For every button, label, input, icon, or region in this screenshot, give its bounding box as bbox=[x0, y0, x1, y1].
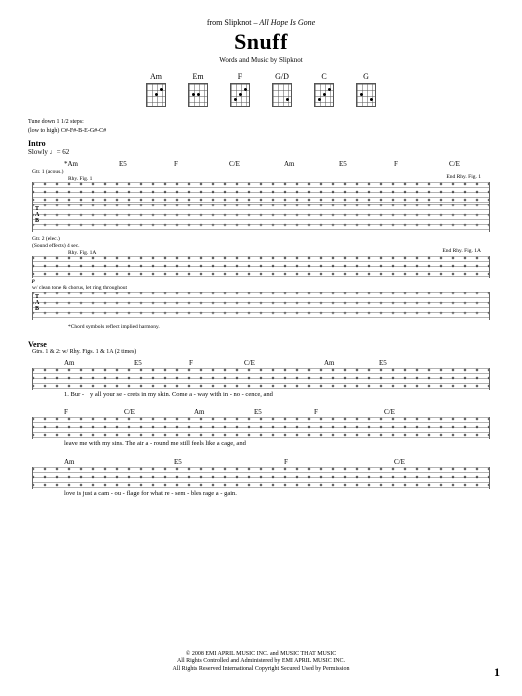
tuning-detail: (low to high) C#-F#-B-E-G#-C# bbox=[28, 128, 494, 135]
chord-label: E5 bbox=[134, 359, 189, 367]
lyric-text: leave me with my sins. The air a - round… bbox=[64, 441, 246, 448]
lyric-text: love is just a cam - ou - flage for what… bbox=[64, 491, 237, 498]
vocal-staff bbox=[32, 368, 490, 390]
chord-diagram-row: Am Em F G/D C G bbox=[28, 72, 494, 107]
album-line: from Slipknot – All Hope Is Gone bbox=[28, 18, 494, 27]
tab-numbers-icon bbox=[33, 292, 489, 320]
gtr2-label: Gtr. 2 (elec.) bbox=[32, 236, 494, 242]
chord-label: C/E bbox=[384, 408, 439, 416]
chord-label: Am bbox=[194, 408, 254, 416]
chord-name: Am bbox=[150, 72, 162, 81]
copyright-footer: © 2008 EMI APRIL MUSIC INC. and MUSIC TH… bbox=[0, 651, 522, 674]
chord-diagram: Em bbox=[188, 72, 208, 107]
end-rhy-fig: End Rhy. Fig. 1A bbox=[442, 248, 481, 254]
chord-diagram: G bbox=[356, 72, 376, 107]
page-number: 1 bbox=[494, 665, 500, 680]
chord-diagram: C bbox=[314, 72, 334, 107]
chord-label: C/E bbox=[124, 408, 194, 416]
lyrics-line-2: leave me with my sins. The air a - round… bbox=[64, 441, 490, 448]
copyright-line-1: © 2008 EMI APRIL MUSIC INC. and MUSIC TH… bbox=[0, 651, 522, 659]
verse-chords-2: F C/E Am E5 F C/E bbox=[64, 408, 494, 416]
notes-icon bbox=[33, 256, 489, 278]
song-title: Snuff bbox=[28, 29, 494, 55]
copyright-line-2: All Rights Controlled and Administered b… bbox=[0, 658, 522, 666]
chord-label: F bbox=[174, 160, 229, 168]
intro-label: Intro bbox=[28, 139, 494, 148]
chord-label: E5 bbox=[119, 160, 174, 168]
chord-footnote: *Chord symbols reflect implied harmony. bbox=[68, 324, 494, 330]
sfx-note: (Sound effects) 4 sec. bbox=[32, 243, 494, 249]
chord-label: C/E bbox=[449, 160, 504, 168]
notation-staff: End Rhy. Fig. 1A bbox=[32, 256, 490, 278]
tab-staff: TAB bbox=[32, 292, 490, 320]
chord-label: *Am bbox=[64, 160, 119, 168]
chord-label: C/E bbox=[394, 458, 449, 466]
fx-note: w/ clean tone & chorus, let ring through… bbox=[32, 285, 494, 291]
chord-name: F bbox=[238, 72, 242, 81]
chord-label: F bbox=[394, 160, 449, 168]
lyric-text: y all your se - crets in my skin. Come a… bbox=[90, 392, 273, 399]
vocal-staff bbox=[32, 417, 490, 439]
tuning-note: Tune down 1 1/2 steps: bbox=[28, 119, 494, 126]
notes-icon bbox=[33, 417, 489, 439]
chord-label: F bbox=[284, 458, 394, 466]
album-title: All Hope Is Gone bbox=[259, 18, 315, 27]
copyright-line-3: All Rights Reserved International Copyri… bbox=[0, 666, 522, 674]
vocal-staff bbox=[32, 467, 490, 489]
chord-label: Am bbox=[324, 359, 379, 367]
chord-label: F bbox=[314, 408, 384, 416]
chord-label: C/E bbox=[244, 359, 324, 367]
chord-diagram: F bbox=[230, 72, 250, 107]
verse-system-1: Am E5 F C/E Am E5 1. Bur - y all your se… bbox=[28, 359, 494, 399]
chord-label: Am bbox=[284, 160, 339, 168]
notation-staff: End Rhy. Fig. 1 bbox=[32, 182, 490, 204]
chord-name: G bbox=[363, 72, 369, 81]
tab-staff: TAB bbox=[32, 204, 490, 232]
tempo-marking: Slowly ♩= 62 bbox=[28, 148, 494, 156]
end-rhy-fig: End Rhy. Fig. 1 bbox=[446, 174, 481, 180]
chord-label: Am bbox=[64, 458, 174, 466]
tab-numbers-icon bbox=[33, 204, 489, 232]
chord-row-intro: *Am E5 F C/E Am E5 F C/E bbox=[64, 160, 494, 168]
lyrics-line-1: 1. Bur - y all your se - crets in my ski… bbox=[64, 392, 490, 399]
header: from Slipknot – All Hope Is Gone Snuff W… bbox=[28, 18, 494, 64]
verse-chords-3: Am E5 F C/E bbox=[64, 458, 494, 466]
gtr1-label: Gtr. 1 (acous.) bbox=[32, 169, 494, 175]
notes-icon bbox=[33, 182, 489, 204]
chord-diagram: G/D bbox=[272, 72, 292, 107]
chord-name: C bbox=[321, 72, 326, 81]
gtr1-block: Gtr. 1 (acous.) Rhy. Fig. 1 End Rhy. Fig… bbox=[28, 169, 494, 232]
lyric-number: 1. Bur - bbox=[64, 392, 90, 399]
verse-system-2: F C/E Am E5 F C/E leave me with my sins.… bbox=[28, 408, 494, 448]
chord-label: E5 bbox=[339, 160, 394, 168]
notes-icon bbox=[33, 368, 489, 390]
chord-label: Am bbox=[64, 359, 134, 367]
sheet-music-page: from Slipknot – All Hope Is Gone Snuff W… bbox=[0, 0, 522, 517]
chord-label: F bbox=[64, 408, 124, 416]
chord-name: G/D bbox=[275, 72, 289, 81]
verse-chords-1: Am E5 F C/E Am E5 bbox=[64, 359, 494, 367]
byline: Words and Music by Slipknot bbox=[28, 56, 494, 64]
lyrics-line-3: love is just a cam - ou - flage for what… bbox=[64, 491, 490, 498]
chord-label: E5 bbox=[254, 408, 314, 416]
from-label: from Slipknot – bbox=[207, 18, 258, 27]
notes-icon bbox=[33, 467, 489, 489]
chord-label: C/E bbox=[229, 160, 284, 168]
chord-label: F bbox=[189, 359, 244, 367]
chord-label: E5 bbox=[174, 458, 284, 466]
chord-name: Em bbox=[192, 72, 203, 81]
dynamic-marking: p bbox=[32, 278, 494, 284]
gtr2-block: Gtr. 2 (elec.) (Sound effects) 4 sec. Rh… bbox=[28, 236, 494, 320]
gtr-instruction: Gtrs. 1 & 2: w/ Rhy. Figs. 1 & 1A (2 tim… bbox=[32, 349, 494, 356]
intro-system: *Am E5 F C/E Am E5 F C/E Gtr. 1 (acous.)… bbox=[28, 160, 494, 330]
chord-diagram: Am bbox=[146, 72, 166, 107]
verse-system-3: Am E5 F C/E love is just a cam - ou - fl… bbox=[28, 458, 494, 498]
chord-label: E5 bbox=[379, 359, 434, 367]
